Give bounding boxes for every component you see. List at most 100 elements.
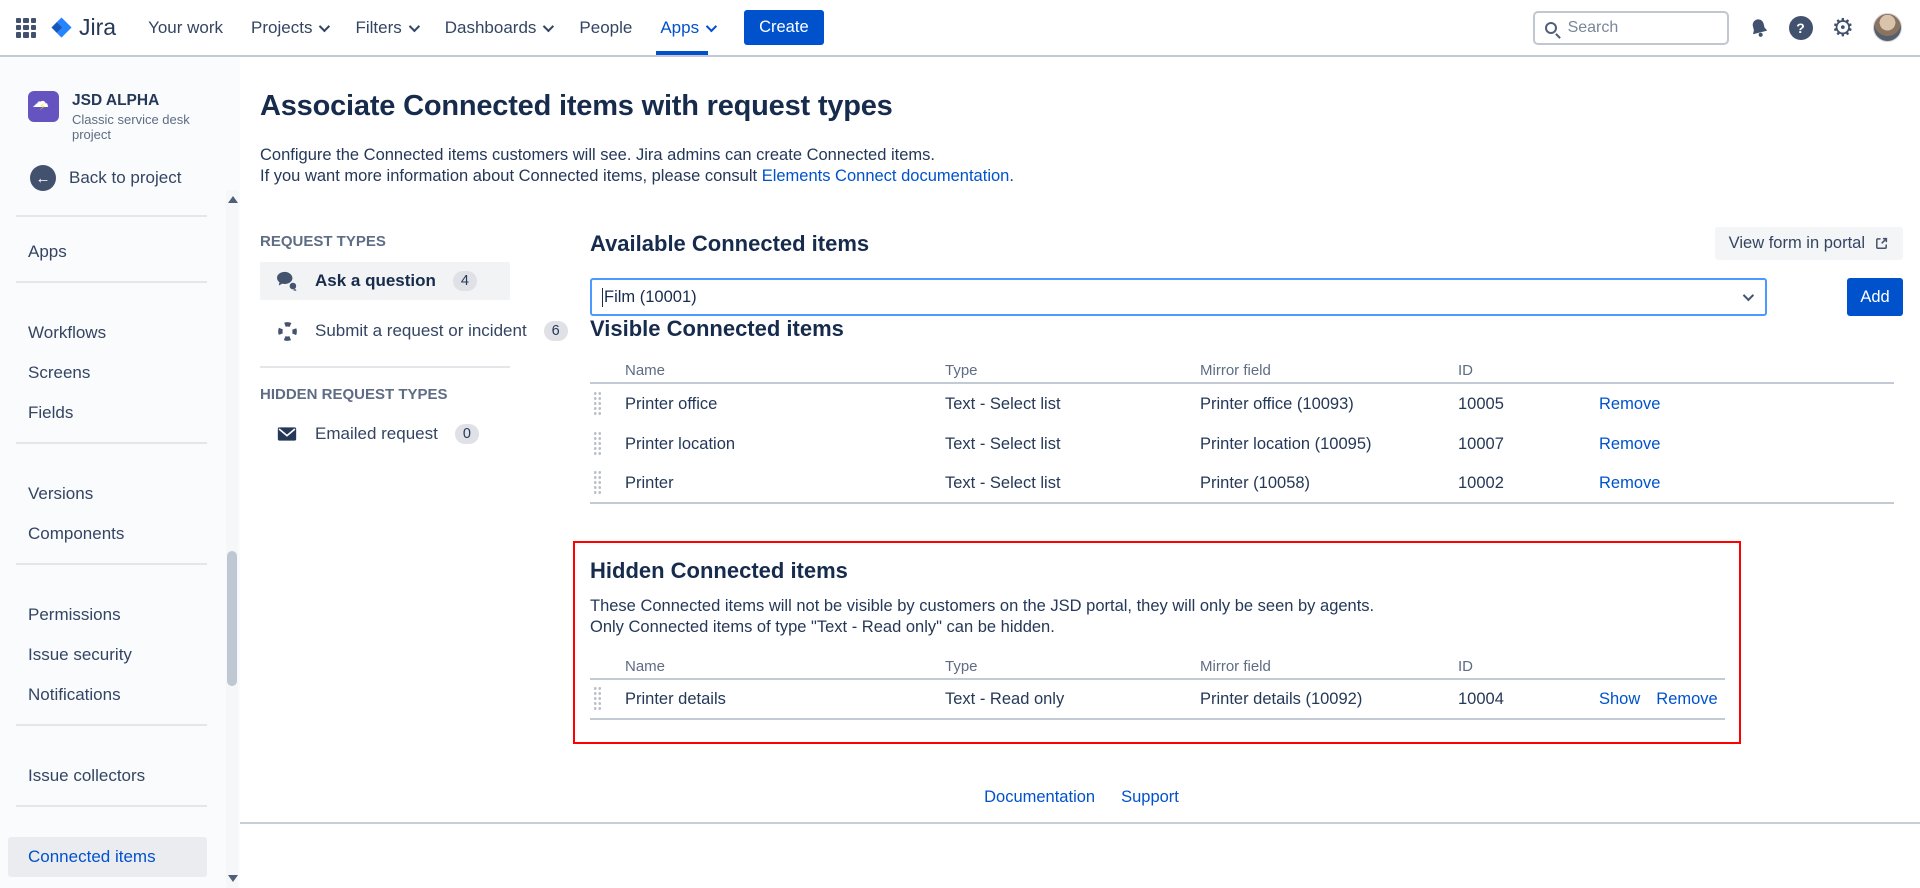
footer: Documentation Support (260, 788, 1903, 807)
user-avatar[interactable] (1873, 13, 1902, 42)
sidebar-item-issue-security[interactable]: Issue security (8, 635, 207, 675)
page-title: Associate Connected items with request t… (260, 88, 1903, 124)
remove-link[interactable]: Remove (1599, 395, 1660, 414)
help-icon[interactable]: ? (1789, 16, 1813, 40)
request-type-count-badge: 4 (453, 271, 477, 291)
request-type-submit-request[interactable]: Submit a request or incident 6 (260, 312, 510, 350)
top-navigation: Jira Your work Projects Filters Dashboar… (0, 0, 1920, 57)
visible-items-heading: Visible Connected items (590, 316, 1903, 342)
chevron-down-icon (706, 20, 717, 31)
external-link-icon (1874, 236, 1889, 251)
visible-items-table: Name Type Mirror field ID Printer office… (590, 358, 1894, 504)
sidebar-item-versions[interactable]: Versions (8, 474, 207, 514)
documentation-link[interactable]: Documentation (984, 788, 1095, 807)
drag-handle-icon[interactable] (593, 391, 602, 417)
hidden-request-types-heading: HIDDEN REQUEST TYPES (260, 386, 510, 403)
text-cursor (602, 288, 603, 307)
envelope-icon (276, 423, 298, 445)
nav-apps[interactable]: Apps (660, 0, 714, 55)
cell-name: Printer details (620, 690, 940, 709)
drag-handle-icon[interactable] (593, 686, 602, 712)
sidebar-item-project-automation[interactable]: Project automation (8, 877, 207, 888)
table-row: Printer Text - Select list Printer (1005… (590, 464, 1894, 504)
request-type-count-badge: 6 (544, 321, 568, 341)
sidebar-item-fields[interactable]: Fields (8, 393, 207, 433)
app-switcher-icon[interactable] (16, 18, 36, 38)
cell-mirror-field: Printer (10058) (1195, 474, 1453, 493)
nav-dashboards[interactable]: Dashboards (445, 0, 552, 55)
search-box[interactable] (1533, 11, 1729, 45)
nav-filters[interactable]: Filters (355, 0, 416, 55)
table-header-row: Name Type Mirror field ID (590, 358, 1894, 384)
scrollbar-up-arrow-icon[interactable] (228, 196, 238, 203)
elements-connect-doc-link[interactable]: Elements Connect documentation (762, 167, 1010, 185)
life-ring-icon (276, 320, 298, 342)
sidebar-item-connected-items[interactable]: Connected items (8, 837, 207, 877)
hidden-items-description: These Connected items will not be visibl… (590, 596, 1903, 638)
search-input[interactable] (1566, 18, 1717, 38)
project-sidebar: ☁⚡ JSD ALPHA Classic service desk projec… (0, 57, 240, 888)
support-link[interactable]: Support (1121, 788, 1179, 807)
cell-mirror-field: Printer location (10095) (1195, 435, 1453, 454)
back-to-project[interactable]: ← Back to project (30, 165, 224, 191)
sidebar-divider (16, 805, 207, 807)
col-id: ID (1453, 658, 1594, 675)
cell-type: Text - Select list (940, 474, 1195, 493)
table-header-row: Name Type Mirror field ID (590, 654, 1725, 680)
cell-mirror-field: Printer details (10092) (1195, 690, 1453, 709)
sidebar-item-apps[interactable]: Apps (8, 232, 207, 272)
drag-handle-icon[interactable] (593, 470, 602, 496)
add-button[interactable]: Add (1847, 278, 1903, 316)
nav-projects[interactable]: Projects (251, 0, 327, 55)
request-type-ask-a-question[interactable]: Ask a question 4 (260, 262, 510, 300)
cell-name: Printer office (620, 395, 940, 414)
table-row: Printer location Text - Select list Prin… (590, 424, 1894, 464)
sidebar-item-permissions[interactable]: Permissions (8, 595, 207, 635)
jira-logo-icon (50, 16, 73, 39)
col-id: ID (1453, 362, 1594, 379)
nav-people[interactable]: People (579, 0, 632, 55)
view-form-in-portal-button[interactable]: View form in portal (1715, 227, 1903, 260)
chevron-down-icon (543, 20, 554, 31)
cell-type: Text - Read only (940, 690, 1195, 709)
speech-bubbles-icon (276, 270, 298, 292)
scrollbar-down-arrow-icon[interactable] (228, 875, 238, 882)
available-items-heading: Available Connected items (590, 231, 1903, 257)
show-link[interactable]: Show (1599, 690, 1640, 709)
available-items-select[interactable]: Film (10001) (590, 278, 1767, 316)
sidebar-item-notifications[interactable]: Notifications (8, 675, 207, 715)
sidebar-item-components[interactable]: Components (8, 514, 207, 554)
notifications-bell-icon[interactable] (1745, 14, 1772, 41)
project-type: Classic service desk project (72, 112, 224, 142)
col-type: Type (940, 362, 1195, 379)
chevron-down-icon (408, 20, 419, 31)
remove-link[interactable]: Remove (1599, 474, 1660, 493)
jira-logo[interactable]: Jira (50, 14, 116, 41)
sidebar-item-workflows[interactable]: Workflows (8, 313, 207, 353)
jira-logo-text: Jira (79, 14, 116, 41)
sidebar-scrollbar[interactable] (226, 190, 238, 888)
table-row: Printer details Text - Read only Printer… (590, 680, 1725, 720)
remove-link[interactable]: Remove (1599, 435, 1660, 454)
scrollbar-thumb[interactable] (227, 551, 237, 686)
sidebar-item-issue-collectors[interactable]: Issue collectors (8, 756, 207, 796)
project-header[interactable]: ☁⚡ JSD ALPHA Classic service desk projec… (28, 91, 224, 142)
create-button[interactable]: Create (744, 10, 824, 45)
nav-your-work[interactable]: Your work (148, 0, 223, 55)
sidebar-item-screens[interactable]: Screens (8, 353, 207, 393)
remove-link[interactable]: Remove (1656, 690, 1717, 709)
cell-id: 10002 (1453, 474, 1594, 493)
search-icon (1545, 22, 1557, 34)
drag-handle-icon[interactable] (593, 431, 602, 457)
settings-gear-icon[interactable]: ⚙ (1832, 15, 1854, 40)
cell-type: Text - Select list (940, 395, 1195, 414)
sidebar-divider (16, 724, 207, 726)
hidden-items-section: Hidden Connected items These Connected i… (590, 558, 1903, 720)
request-type-emailed-request[interactable]: Emailed request 0 (260, 415, 510, 453)
active-tab-underline (656, 51, 708, 55)
cell-id: 10005 (1453, 395, 1594, 414)
request-type-count-badge: 0 (455, 424, 479, 444)
hidden-items-table: Name Type Mirror field ID Printer detail… (590, 654, 1725, 720)
connected-items-section: View form in portal Available Connected … (590, 231, 1903, 720)
sidebar-divider (16, 215, 207, 217)
